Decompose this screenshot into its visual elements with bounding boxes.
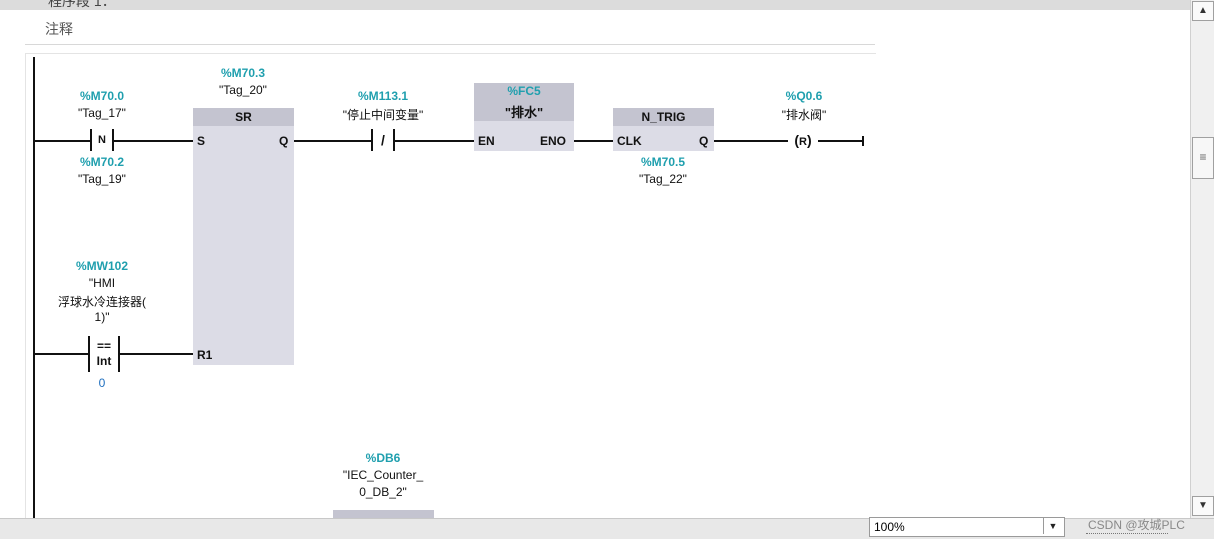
sr-pin-r1: R1 <box>197 348 213 362</box>
coil-tag: "排水阀" <box>781 108 827 122</box>
compare-value: 0 <box>98 376 106 390</box>
wire <box>294 140 371 142</box>
nc-contact-symbol[interactable]: / <box>373 131 393 149</box>
zoom-select[interactable]: 100% <box>869 517 1065 537</box>
n-contact-sub-tag: "Tag_19" <box>78 172 126 186</box>
compare-tag-line1: "HMI <box>88 276 116 290</box>
compare-tag-line2: 浮球水冷连接器( <box>58 295 146 309</box>
counter-db-tag-line2: 0_DB_2" <box>359 485 407 499</box>
zoom-slider-ticks[interactable] <box>1086 533 1168 537</box>
counter-block-top[interactable] <box>333 510 434 518</box>
comment-label: 注释 <box>45 21 73 37</box>
n-contact-tag: "Tag_17" <box>78 106 126 120</box>
wire <box>35 353 88 355</box>
compare-tag-line3: 1)" <box>94 310 110 324</box>
compare-address: %MW102 <box>75 259 128 273</box>
ntrig-pin-q: Q <box>699 134 709 148</box>
sr-block-title: SR <box>193 108 294 126</box>
ladder-network-panel <box>25 53 876 519</box>
fc5-pin-eno: ENO <box>540 134 567 148</box>
wire <box>35 140 90 142</box>
rung-end-marker <box>862 136 864 146</box>
ntrig-address: %M70.5 <box>640 155 686 169</box>
ntrig-title: N_TRIG <box>613 108 714 126</box>
fc5-pin-en: EN <box>478 134 495 148</box>
fc5-name: "排水" <box>504 105 544 120</box>
coil-paren-right: ) <box>806 132 812 148</box>
editor-empty-area <box>876 10 1190 518</box>
network-title: 程序段 1： <box>48 0 116 9</box>
compare-op: == <box>96 339 111 353</box>
n-contact-symbol[interactable]: N <box>92 132 112 148</box>
compare-contact[interactable]: == Int <box>90 338 118 370</box>
sr-tag: "Tag_20" <box>219 83 267 97</box>
network-comment-field[interactable]: 注释 <box>25 14 875 45</box>
watermark: CSDN @攻城PLC <box>1088 518 1185 532</box>
sr-pin-s: S <box>197 134 206 148</box>
grip-icon[interactable]: ≡ <box>1192 137 1214 179</box>
power-rail <box>33 57 35 518</box>
wire <box>574 140 613 142</box>
reset-coil[interactable]: (R) <box>788 131 818 149</box>
coil-address: %Q0.6 <box>785 89 823 103</box>
sr-pin-q: Q <box>279 134 289 148</box>
sr-address: %M70.3 <box>220 66 266 80</box>
wire <box>818 140 863 142</box>
counter-db-address: %DB6 <box>365 451 401 465</box>
counter-db-tag-line1: "IEC_Counter_ <box>342 468 424 482</box>
n-contact-address: %M70.0 <box>79 89 125 103</box>
wire <box>714 140 790 142</box>
fc5-address: %FC5 <box>507 84 541 98</box>
chevron-down-icon[interactable]: ▼ <box>1043 518 1062 534</box>
vertical-scrollbar[interactable]: ▲ ≡ ▼ <box>1190 0 1214 518</box>
network-title-bar: 程序段 1： <box>0 0 1190 10</box>
ntrig-pin-clk: CLK <box>617 134 642 148</box>
compare-type: Int <box>96 354 112 368</box>
wire <box>395 140 474 142</box>
zoom-value: 100% <box>874 520 905 534</box>
nc-contact-tag: "停止中间变量" <box>342 108 424 122</box>
chevron-down-icon[interactable]: ▼ <box>1192 496 1214 516</box>
chevron-up-icon[interactable]: ▲ <box>1192 1 1214 21</box>
wire <box>114 140 193 142</box>
coil-symbol: R <box>799 136 807 148</box>
wire <box>120 353 193 355</box>
ntrig-tag: "Tag_22" <box>639 172 687 186</box>
n-contact-sub-address: %M70.2 <box>79 155 125 169</box>
nc-contact-address: %M113.1 <box>357 89 409 103</box>
